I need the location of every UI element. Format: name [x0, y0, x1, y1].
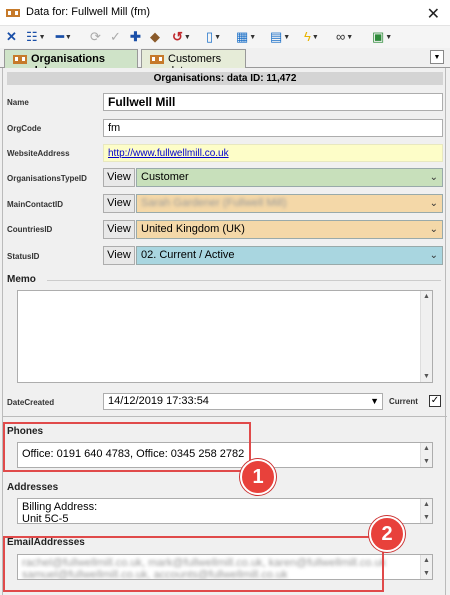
emails-highlight-box — [3, 536, 384, 592]
chevron-down-icon: ▼ — [385, 33, 393, 41]
organisation-form: Organisations: data ID: 11,472 Name Full… — [2, 68, 447, 595]
eraser-icon[interactable]: ◆ — [150, 29, 160, 45]
date-created-label: DateCreated — [7, 398, 55, 407]
title-bar: Data for: Fullwell Mill (fm) ✕ — [0, 0, 450, 26]
form-layout-icon[interactable]: ▤▼ — [270, 29, 290, 45]
date-created-value: 14/12/2019 17:33:54 — [108, 395, 209, 407]
status-value: 02. Current / Active — [141, 249, 235, 261]
annotation-badge-1: 1 — [240, 459, 276, 495]
org-type-label: OrganisationsTypeID — [7, 174, 87, 183]
image-icon[interactable]: ▣▼ — [372, 29, 392, 45]
addresses-label: Addresses — [7, 482, 59, 493]
plus-icon[interactable]: ✚ — [130, 29, 141, 45]
chevron-down-icon: ⌄ — [429, 198, 438, 209]
status-label: StatusID — [7, 252, 40, 261]
app-icon — [6, 9, 20, 17]
memo-textarea[interactable]: ▲ ▼ — [17, 290, 433, 383]
refresh-icon[interactable]: ⟳ — [90, 29, 101, 45]
date-created-field[interactable]: 14/12/2019 17:33:54 ▼ — [103, 393, 383, 410]
orgcode-label: OrgCode — [7, 124, 42, 133]
address-line-1: Billing Address: — [22, 501, 98, 513]
close-window-button[interactable]: ✕ — [427, 4, 440, 24]
chevron-down-icon: ▼ — [183, 33, 191, 41]
columns-icon[interactable]: ▦▼ — [236, 29, 256, 45]
check-icon[interactable]: ✓ — [110, 29, 121, 45]
annotation-badge-2: 2 — [369, 516, 405, 552]
name-label: Name — [7, 98, 29, 107]
tab-organisations-data[interactable]: Organisations data — [4, 49, 138, 77]
chevron-down-icon: ⌄ — [429, 224, 438, 235]
undo-icon[interactable]: ↺▼ — [172, 29, 191, 45]
window-title: Data for: Fullwell Mill (fm) — [26, 6, 151, 18]
chevron-down-icon: ▼ — [38, 33, 46, 41]
link-icon[interactable]: ∞▼ — [336, 29, 353, 45]
scroll-down-icon[interactable]: ▼ — [421, 568, 432, 579]
scroll-up-icon[interactable]: ▲ — [421, 499, 432, 510]
current-checkbox[interactable]: ✓ — [429, 395, 441, 407]
website-label: WebsiteAddress — [7, 149, 70, 158]
tab-strip: Organisations data Customers data ▼ — [0, 48, 450, 77]
scroll-up-icon[interactable]: ▲ — [421, 443, 432, 454]
tab-customers-data[interactable]: Customers data — [141, 49, 246, 77]
main-contact-select[interactable]: Sarah Gardener (Fullwell Mill) ⌄ — [136, 194, 443, 213]
orgcode-field[interactable]: fm — [103, 119, 443, 137]
minus-icon[interactable]: ━▼ — [56, 29, 72, 45]
data-id-header: Organisations: data ID: 11,472 — [7, 72, 443, 85]
organisations-icon — [13, 55, 27, 64]
chevron-down-icon: ▼ — [346, 33, 354, 41]
main-contact-value: Sarah Gardener (Fullwell Mill) — [141, 197, 287, 209]
scroll-down-icon[interactable]: ▼ — [421, 456, 432, 467]
scroll-down-icon[interactable]: ▼ — [421, 371, 432, 382]
countries-select[interactable]: United Kingdom (UK) ⌄ — [136, 220, 443, 239]
status-view-button[interactable]: View — [103, 246, 135, 265]
close-x-icon[interactable]: ✕ — [6, 29, 17, 45]
memo-label: Memo — [7, 274, 36, 285]
memo-divider — [47, 280, 441, 281]
memo-scrollbar[interactable]: ▲ ▼ — [420, 291, 432, 382]
status-select[interactable]: 02. Current / Active ⌄ — [136, 246, 443, 265]
scroll-up-icon[interactable]: ▲ — [421, 291, 432, 302]
address-line-2: Unit 5C-5 — [22, 513, 69, 524]
current-label: Current — [389, 397, 418, 406]
main-contact-view-button[interactable]: View — [103, 194, 135, 213]
scroll-up-icon[interactable]: ▲ — [421, 555, 432, 566]
addresses-scrollbar[interactable]: ▲ ▼ — [420, 499, 432, 523]
org-type-view-button[interactable]: View — [103, 168, 135, 187]
chevron-down-icon: ▼ — [283, 33, 291, 41]
phones-highlight-box — [3, 422, 251, 472]
toolbar: ✕ ☷▼ ━▼ ⟳ ✓ ✚ ◆ ↺▼ ▯▼ ▦▼ ▤▼ ϟ▼ ∞▼ ▣▼ — [0, 26, 450, 48]
chevron-down-icon: ⌄ — [429, 250, 438, 261]
org-type-value: Customer — [141, 171, 189, 183]
chevron-down-icon: ▼ — [214, 33, 222, 41]
chevron-down-icon: ▼ — [370, 396, 379, 406]
tree-icon[interactable]: ☷▼ — [26, 29, 46, 45]
countries-value: United Kingdom (UK) — [141, 223, 245, 235]
document-icon[interactable]: ▯▼ — [206, 29, 221, 45]
website-link[interactable]: http://www.fullwellmill.co.uk — [103, 144, 443, 162]
chevron-down-icon: ▼ — [249, 33, 257, 41]
countries-view-button[interactable]: View — [103, 220, 135, 239]
section-divider — [3, 416, 447, 417]
scroll-down-icon[interactable]: ▼ — [421, 512, 432, 523]
phones-scrollbar[interactable]: ▲ ▼ — [420, 443, 432, 467]
customers-icon — [150, 55, 164, 64]
tab-menu-button[interactable]: ▼ — [430, 50, 444, 64]
addresses-field[interactable]: Billing Address: Unit 5C-5 ▲ ▼ — [17, 498, 433, 524]
countries-label: CountriesID — [7, 225, 53, 234]
chevron-down-icon: ▼ — [433, 54, 441, 61]
chevron-down-icon: ⌄ — [429, 172, 438, 183]
chevron-down-icon: ▼ — [64, 33, 72, 41]
main-contact-label: MainContactID — [7, 200, 63, 209]
org-type-select[interactable]: Customer ⌄ — [136, 168, 443, 187]
emails-scrollbar[interactable]: ▲ ▼ — [420, 555, 432, 579]
chevron-down-icon: ▼ — [311, 33, 319, 41]
lightning-icon[interactable]: ϟ▼ — [304, 29, 319, 45]
name-field[interactable]: Fullwell Mill — [103, 93, 443, 111]
